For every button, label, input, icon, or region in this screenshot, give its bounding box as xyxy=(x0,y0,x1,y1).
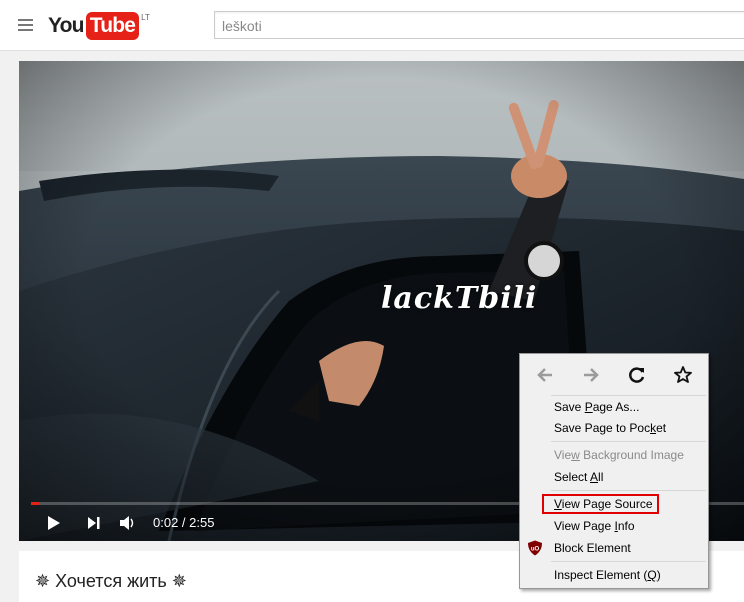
back-icon[interactable] xyxy=(535,365,555,385)
menu-accesskey: A xyxy=(590,470,599,484)
menu-accesskey: w xyxy=(571,448,580,462)
volume-icon[interactable] xyxy=(119,515,135,536)
menu-item-label: age As... xyxy=(592,400,640,414)
video-title: ✵ Хочется жить ✵ xyxy=(35,571,187,591)
menu-item-view-background-image[interactable]: View Background Image xyxy=(554,445,684,465)
search-query: leškoti xyxy=(222,18,262,34)
menu-item-label: Block Element xyxy=(554,541,631,555)
menu-item-view-page-info[interactable]: View Page Info xyxy=(554,516,635,536)
youtube-logo[interactable]: You Tube LT xyxy=(48,12,150,42)
svg-text:uO: uO xyxy=(531,547,540,553)
menu-item-label: Vie xyxy=(554,448,572,462)
menu-item-label: nfo xyxy=(617,519,635,533)
menu-item-label: View Page xyxy=(554,519,615,533)
menu-item-label: ll xyxy=(598,470,604,484)
reload-icon[interactable] xyxy=(627,365,647,385)
menu-item-view-page-source[interactable]: View Page Source xyxy=(554,494,653,514)
search-input[interactable]: leškoti xyxy=(214,11,744,39)
bookmark-star-icon[interactable] xyxy=(673,365,693,385)
region-code: LT xyxy=(141,13,150,22)
menu-item-label: et xyxy=(656,421,667,435)
play-icon[interactable] xyxy=(46,515,62,536)
guide-menu-icon[interactable] xyxy=(18,19,33,31)
context-menu-nav xyxy=(520,354,708,394)
menu-item-inspect-element[interactable]: Inspect Element (Q) xyxy=(554,565,661,585)
menu-item-label: Save Page to Poc xyxy=(554,421,651,435)
ublock-icon: uO xyxy=(527,540,543,556)
menu-accesskey: V xyxy=(554,497,562,511)
menu-item-label: Inspect Element ( xyxy=(554,568,648,582)
forward-icon[interactable] xyxy=(581,365,601,385)
menu-item-label: iew Page Source xyxy=(561,497,653,511)
video-overlay-text: lackTbili xyxy=(381,281,538,316)
logo-you-text: You xyxy=(48,14,85,37)
logo-tube-text: Tube xyxy=(85,12,140,40)
menu-item-select-all[interactable]: Select All xyxy=(554,467,603,487)
menu-separator xyxy=(551,561,706,562)
menu-item-save-page-as[interactable]: Save Page As... xyxy=(554,397,639,417)
menu-accesskey: P xyxy=(584,400,593,414)
time-display: 0:02 / 2:55 xyxy=(153,515,215,530)
menu-item-label: Background Image xyxy=(579,448,684,462)
menu-accesskey: Q xyxy=(647,568,657,582)
masthead: You Tube LT leškoti xyxy=(0,0,744,51)
menu-separator xyxy=(551,490,706,491)
menu-item-save-to-pocket[interactable]: Save Page to Pocket xyxy=(554,418,666,438)
menu-item-label: Save xyxy=(554,400,585,414)
menu-item-label: Select xyxy=(554,470,591,484)
menu-separator xyxy=(551,395,706,396)
next-video-icon[interactable] xyxy=(87,516,101,535)
menu-item-label: ) xyxy=(656,568,661,582)
context-menu: Save Page As... Save Page to Pocket View… xyxy=(519,353,709,589)
menu-separator xyxy=(551,441,706,442)
menu-item-block-element[interactable]: Block Element xyxy=(554,538,631,558)
